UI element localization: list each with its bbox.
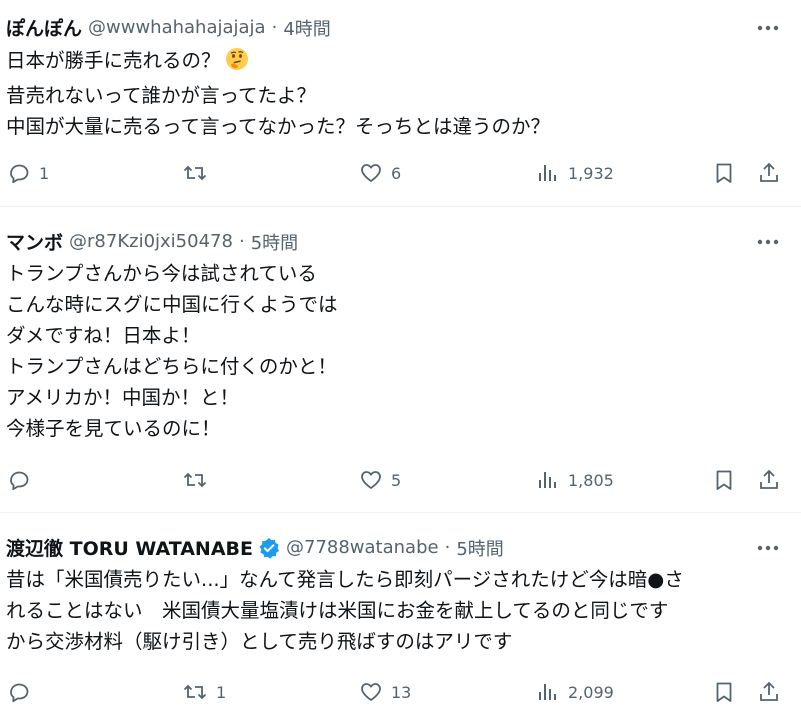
retweet-count: 1	[216, 682, 227, 702]
separator-dot: ·	[238, 231, 245, 252]
bookmark-icon	[712, 468, 736, 492]
user-handle[interactable]: @r87Kzi0jxi50478	[69, 231, 233, 252]
tweet-text-line: から交渉材料（駆け引き）として売り飛ばすのはアリです	[6, 630, 513, 653]
timestamp[interactable]: 4時間	[283, 15, 330, 41]
retweet-button[interactable]	[182, 156, 216, 190]
bookmark-button[interactable]	[712, 156, 736, 190]
tweet-text-line: 昔売れないって誰かが言ってたよ？	[6, 84, 317, 107]
tweet-header: ぽんぽん @wwwhahahajajaja · 4時間	[6, 14, 331, 41]
reply-button[interactable]	[7, 463, 39, 497]
analytics-icon	[536, 468, 560, 492]
views-button[interactable]: 2,099	[536, 675, 614, 709]
analytics-icon	[536, 680, 560, 704]
like-button[interactable]: 5	[359, 463, 401, 497]
bookmark-icon	[712, 680, 736, 704]
tweet-text-line: れることはない 米国債大量塩漬けは米国にお金を献上してるのと同じです	[6, 599, 669, 622]
reply-button[interactable]: 1	[7, 156, 49, 190]
tweet-text-line: 中国が大量に売るって言ってなかった？そっちとは違うのか？	[6, 115, 551, 138]
tweet-text-line: 今様子を見ているのに！	[6, 417, 221, 440]
separator-dot: ·	[271, 17, 278, 38]
tweet-text: 日本が勝手に売れるの？ 昔売れないって誰かが言ってたよ？ 中国が大量に売るって言…	[6, 45, 550, 142]
heart-icon	[359, 161, 383, 185]
display-name[interactable]: 渡辺徹 TORU WATANABE	[6, 534, 253, 561]
tweet[interactable]: マンボ @r87Kzi0jxi50478 · 5時間 トランプさんから今は試され…	[0, 207, 801, 513]
share-icon	[757, 161, 781, 185]
tweet-text: 昔は「米国債売りたい...」なんて発言したら即刻パージされたけど今は暗●さ れる…	[6, 564, 684, 657]
retweet-icon	[182, 680, 208, 704]
tweet-header: マンボ @r87Kzi0jxi50478 · 5時間	[6, 228, 298, 255]
action-bar: 1 6 1,932	[0, 156, 801, 190]
reply-icon	[7, 468, 31, 492]
tweet[interactable]: 渡辺徹 TORU WATANABE @7788watanabe · 5時間 昔は…	[0, 513, 801, 727]
thinking-face-emoji-icon	[225, 47, 249, 80]
separator-dot: ·	[444, 537, 451, 558]
user-handle[interactable]: @wwwhahahajajaja	[88, 17, 266, 38]
like-count: 13	[391, 682, 412, 702]
bookmark-icon	[712, 161, 736, 185]
tweet[interactable]: ぽんぽん @wwwhahahajajaja · 4時間 日本が勝手に売れるの？ …	[0, 0, 801, 207]
more-options-icon[interactable]	[753, 536, 783, 560]
bookmark-button[interactable]	[712, 463, 736, 497]
action-bar: 1 13 2,099	[0, 675, 801, 709]
reply-icon	[7, 680, 31, 704]
tweet-text-line: トランプさんはどちらに付くのかと！	[6, 355, 337, 378]
share-button[interactable]	[757, 675, 781, 709]
reply-count: 1	[39, 163, 50, 183]
heart-icon	[359, 468, 383, 492]
view-count: 2,099	[568, 682, 614, 702]
display-name[interactable]: マンボ	[6, 228, 63, 255]
like-count: 5	[391, 470, 402, 490]
tweet-text-line: トランプさんから今は試されている	[6, 262, 317, 285]
view-count: 1,932	[568, 163, 614, 183]
more-options-icon[interactable]	[753, 16, 783, 40]
share-button[interactable]	[757, 463, 781, 497]
tweet-text-line: アメリカか！中国か！と！	[6, 386, 240, 409]
tweet-text-line: 昔は「米国債売りたい...」なんて発言したら即刻パージされたけど今は暗●さ	[6, 568, 684, 591]
tweet-text: トランプさんから今は試されている こんな時にスグに中国に行くようでは ダメですね…	[6, 258, 338, 444]
like-button[interactable]: 13	[359, 675, 411, 709]
share-button[interactable]	[757, 156, 781, 190]
display-name[interactable]: ぽんぽん	[6, 14, 82, 41]
reply-button[interactable]	[7, 675, 39, 709]
views-button[interactable]: 1,932	[536, 156, 614, 190]
tweet-text-line: ダメですね！日本よ！	[6, 324, 201, 347]
tweet-text-line: こんな時にスグに中国に行くようでは	[6, 293, 338, 316]
views-button[interactable]: 1,805	[536, 463, 614, 497]
user-handle[interactable]: @7788watanabe	[286, 537, 439, 558]
tweet-text-line: 日本が勝手に売れるの？	[6, 45, 550, 80]
heart-icon	[359, 680, 383, 704]
like-button[interactable]: 6	[359, 156, 401, 190]
reply-icon	[7, 161, 31, 185]
share-icon	[757, 680, 781, 704]
timestamp[interactable]: 5時間	[251, 229, 298, 255]
more-options-icon[interactable]	[753, 230, 783, 254]
action-bar: 5 1,805	[0, 463, 801, 497]
retweet-button[interactable]: 1	[182, 675, 226, 709]
retweet-icon	[182, 161, 208, 185]
retweet-icon	[182, 468, 208, 492]
tweet-header: 渡辺徹 TORU WATANABE @7788watanabe · 5時間	[6, 534, 504, 561]
share-icon	[757, 468, 781, 492]
timestamp[interactable]: 5時間	[456, 535, 503, 561]
verified-badge-icon	[258, 537, 280, 559]
analytics-icon	[536, 161, 560, 185]
view-count: 1,805	[568, 470, 614, 490]
bookmark-button[interactable]	[712, 675, 736, 709]
retweet-button[interactable]	[182, 463, 216, 497]
like-count: 6	[391, 163, 402, 183]
